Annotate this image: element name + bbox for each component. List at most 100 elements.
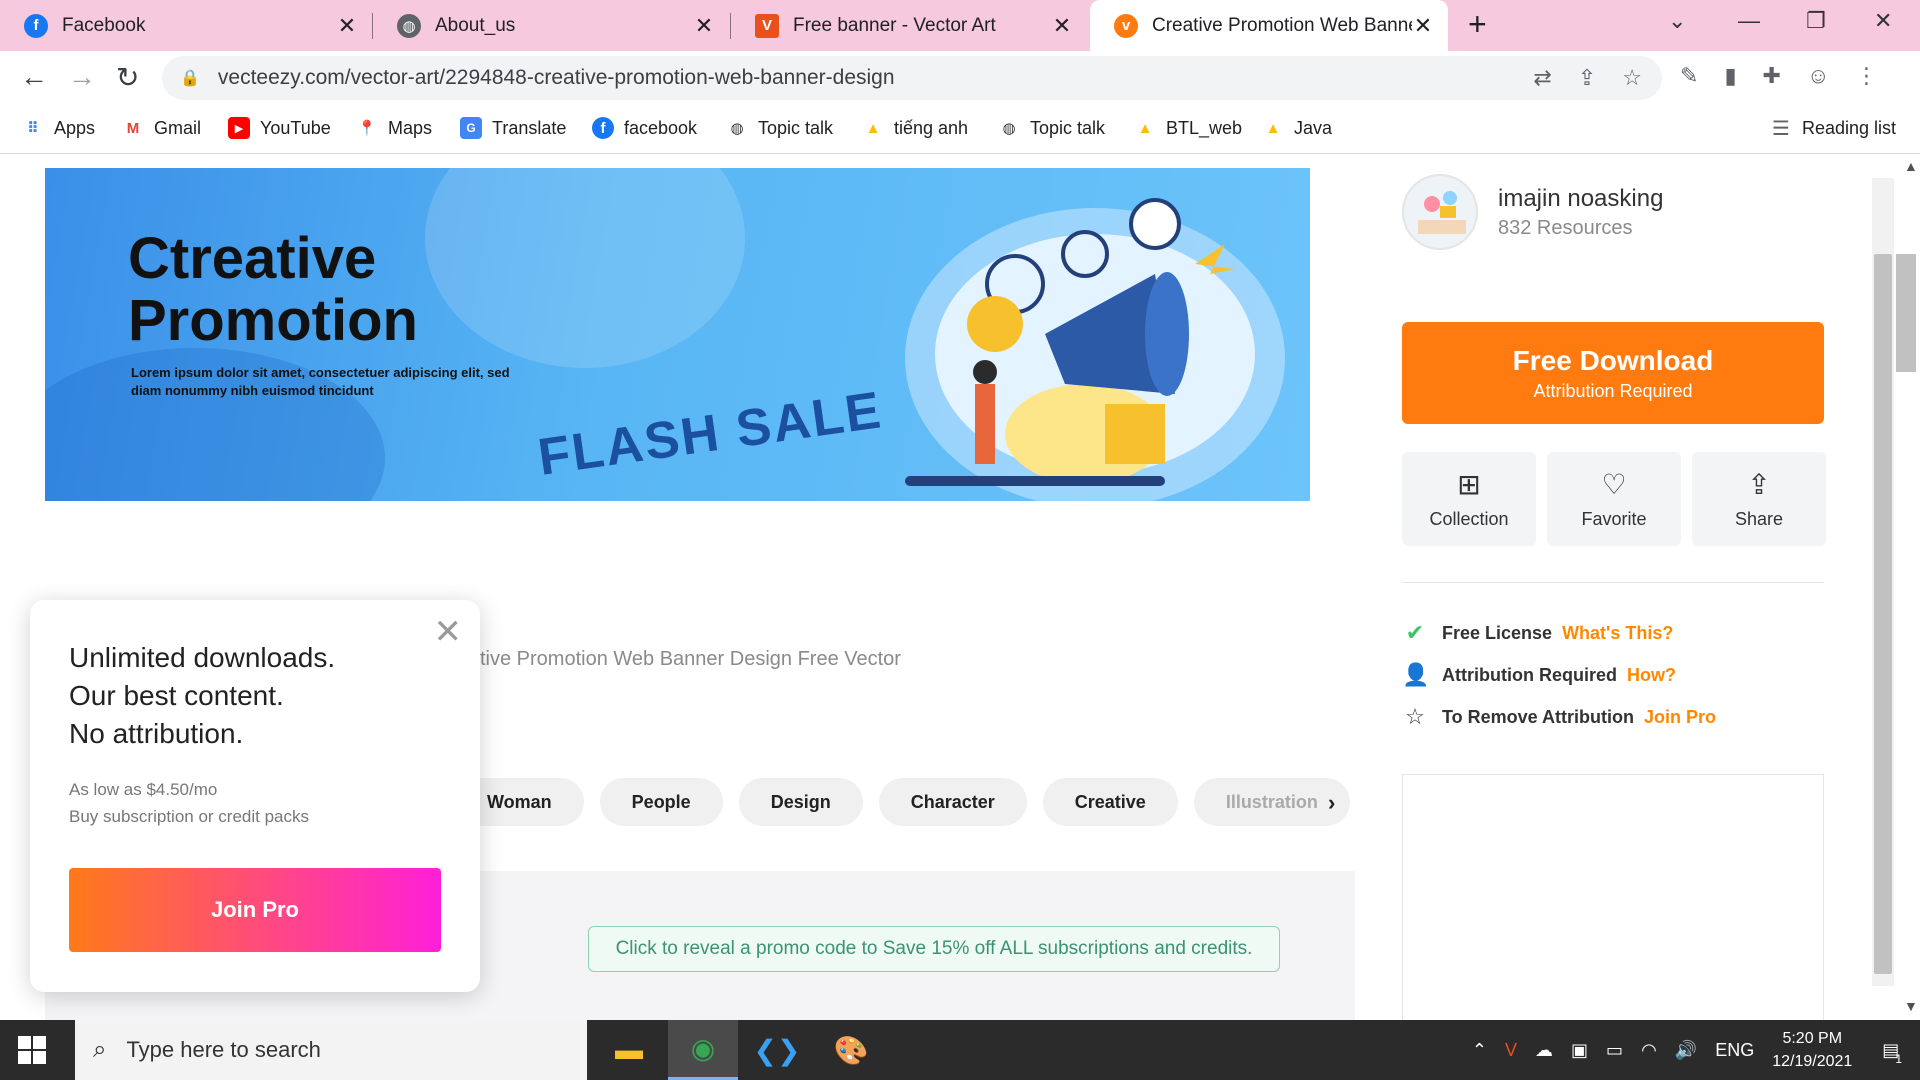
battery-icon[interactable]: ▭ <box>1606 1040 1623 1061</box>
tag-character[interactable]: Character <box>878 778 1027 826</box>
volume-icon[interactable]: 🔊 <box>1675 1040 1697 1061</box>
camera-icon[interactable]: ▣ <box>1571 1040 1588 1061</box>
tab-search-icon[interactable]: ⌄ <box>1668 8 1686 34</box>
author-name[interactable]: imajin noasking <box>1498 185 1663 213</box>
tab-label: About_us <box>435 14 516 36</box>
bookmark-tieng-anh[interactable]: ▲ tiếng anh <box>862 117 969 139</box>
chevron-right-icon[interactable]: › <box>1328 790 1335 816</box>
taskbar-clock[interactable]: 5:20 PM 12/19/2021 <box>1772 1027 1852 1073</box>
tab-free-banner[interactable]: V Free banner - Vector Art ✕ <box>731 0 1087 51</box>
close-icon[interactable]: ✕ <box>1051 13 1073 39</box>
free-download-button[interactable]: Free Download Attribution Required <box>1402 322 1824 424</box>
banner-title: Ctreative Promotion <box>128 228 418 352</box>
share-label: Share <box>1734 509 1784 529</box>
wifi-icon[interactable]: ◠ <box>1641 1040 1657 1061</box>
tab-about-us[interactable]: ◍ About_us ✕ <box>373 0 729 51</box>
eyedropper-icon[interactable]: ✎ <box>1680 63 1698 89</box>
chevron-up-icon[interactable]: ⌃ <box>1472 1040 1487 1061</box>
license-row-free: ✔ Free License What's This? <box>1402 620 1674 646</box>
lock-icon[interactable]: 🔒 <box>180 68 200 88</box>
translate-icon[interactable]: ⇄ <box>1533 65 1551 91</box>
tag-illustration[interactable]: Illustration <box>1193 778 1350 826</box>
close-window-button[interactable]: ✕ <box>1874 8 1892 34</box>
file-explorer-icon[interactable]: ▬ <box>594 1020 664 1080</box>
windows-start-icon[interactable] <box>18 1036 46 1064</box>
tab-creative-promotion[interactable]: v Creative Promotion Web Banner ✕ <box>1090 0 1448 51</box>
join-pro-link[interactable]: Join Pro <box>1644 707 1716 728</box>
back-icon[interactable]: ← <box>20 61 48 93</box>
page-scrollbar[interactable]: ▲ ▼ <box>1868 154 1920 1020</box>
popup-heading-line: No attribution. <box>69 718 244 749</box>
join-pro-button[interactable]: Join Pro <box>69 868 441 952</box>
clock-time: 5:20 PM <box>1782 1030 1843 1047</box>
address-bar[interactable]: 🔒 vecteezy.com/vector-art/2294848-creati… <box>162 56 1662 100</box>
tab-strip: f Facebook ✕ ◍ About_us ✕ V Free banner … <box>0 0 1920 51</box>
language-indicator[interactable]: ENG <box>1715 1040 1754 1061</box>
popup-heading: Unlimited downloads. Our best content. N… <box>69 639 335 753</box>
scroll-up-icon[interactable]: ▲ <box>1904 158 1918 174</box>
bookmark-btl-web[interactable]: ▲ BTL_web <box>1134 117 1242 139</box>
vecteezy-v-icon: V <box>755 13 779 38</box>
tab-facebook[interactable]: f Facebook ✕ <box>0 0 372 51</box>
chrome-icon[interactable]: ◉ <box>668 1020 738 1080</box>
promo-code-banner[interactable]: Click to reveal a promo code to Save 15%… <box>588 926 1280 972</box>
megaphone-illustration <box>905 198 1255 486</box>
share-icon[interactable]: ⇪ <box>1578 65 1596 91</box>
bookmark-maps[interactable]: 📍 Maps <box>356 117 432 139</box>
forward-icon[interactable]: → <box>68 61 96 93</box>
bookmark-youtube[interactable]: ▶ YouTube <box>228 117 331 139</box>
popup-price: As low as $4.50/mo Buy subscription or c… <box>69 776 309 830</box>
tag-design[interactable]: Design <box>738 778 863 826</box>
tag-people[interactable]: People <box>599 778 723 826</box>
whats-this-link[interactable]: What's This? <box>1562 623 1673 644</box>
bookmark-gmail[interactable]: M Gmail <box>122 117 201 139</box>
reading-list-button[interactable]: ☰ Reading list <box>1770 117 1896 140</box>
vscode-icon[interactable]: ❮❯ <box>742 1020 812 1080</box>
collection-button[interactable]: ⊞ Collection <box>1402 452 1536 546</box>
extension-icon[interactable]: ▮ <box>1724 63 1736 89</box>
how-link[interactable]: How? <box>1627 665 1676 686</box>
author-avatar[interactable] <box>1402 174 1478 250</box>
reload-icon[interactable]: ↻ <box>116 61 139 94</box>
close-icon[interactable]: ✕ <box>693 13 715 39</box>
cloud-icon[interactable]: ☁ <box>1535 1040 1553 1061</box>
close-icon[interactable]: ✕ <box>434 612 463 652</box>
paint-icon[interactable]: 🎨 <box>816 1020 886 1080</box>
puzzle-icon[interactable]: ✚ <box>1763 63 1781 89</box>
banner-image[interactable]: Ctreative Promotion Lorem ipsum dolor si… <box>45 168 1310 501</box>
tab-label: Facebook <box>62 14 146 36</box>
gmail-icon: M <box>126 119 140 137</box>
bookmark-label: BTL_web <box>1166 117 1243 138</box>
new-tab-button[interactable]: + <box>1468 6 1487 43</box>
popup-heading-line: Our best content. <box>69 680 284 711</box>
menu-icon[interactable]: ⋮ <box>1855 63 1877 89</box>
collection-add-icon: ⊞ <box>1457 469 1481 500</box>
scrollbar-thumb[interactable] <box>1896 254 1916 372</box>
ad-placeholder <box>1402 774 1824 1020</box>
bookmark-facebook[interactable]: f facebook <box>592 117 697 139</box>
scroll-down-icon[interactable]: ▼ <box>1904 998 1918 1014</box>
close-icon[interactable]: ✕ <box>336 13 358 39</box>
vecteezy-tray-icon[interactable]: V <box>1505 1040 1517 1061</box>
favorite-button[interactable]: ♡ Favorite <box>1547 452 1681 546</box>
bookmark-star-icon[interactable]: ☆ <box>1622 65 1642 91</box>
bookmark-topic-talk-2[interactable]: ◍ Topic talk <box>998 117 1105 139</box>
bookmark-topic-talk[interactable]: ◍ Topic talk <box>726 117 833 139</box>
taskbar-search[interactable]: ⌕ Type here to search <box>75 1020 587 1080</box>
close-icon[interactable]: ✕ <box>1412 13 1434 39</box>
vecteezy-icon: v <box>1114 13 1138 38</box>
profile-avatar[interactable]: ☺ <box>1807 63 1829 89</box>
banner-title-line: Promotion <box>128 288 418 353</box>
resource-caption: tive Promotion Web Banner Design Free Ve… <box>480 648 901 670</box>
globe-icon: ◍ <box>730 120 744 137</box>
drive-icon: ▲ <box>1265 119 1281 137</box>
bookmark-translate[interactable]: G Translate <box>460 117 566 139</box>
author-card[interactable]: imajin noasking 832 Resources <box>1402 174 1663 250</box>
bookmark-apps[interactable]: ⠿ Apps <box>22 117 95 139</box>
tag-creative[interactable]: Creative <box>1042 778 1178 826</box>
scrollbar-thumb[interactable] <box>1874 254 1892 974</box>
bookmark-java[interactable]: ▲ Java <box>1262 117 1332 139</box>
restore-button[interactable]: ❐ <box>1806 8 1826 34</box>
share-button[interactable]: ⇪ Share <box>1692 452 1826 546</box>
minimize-button[interactable]: — <box>1738 8 1760 34</box>
